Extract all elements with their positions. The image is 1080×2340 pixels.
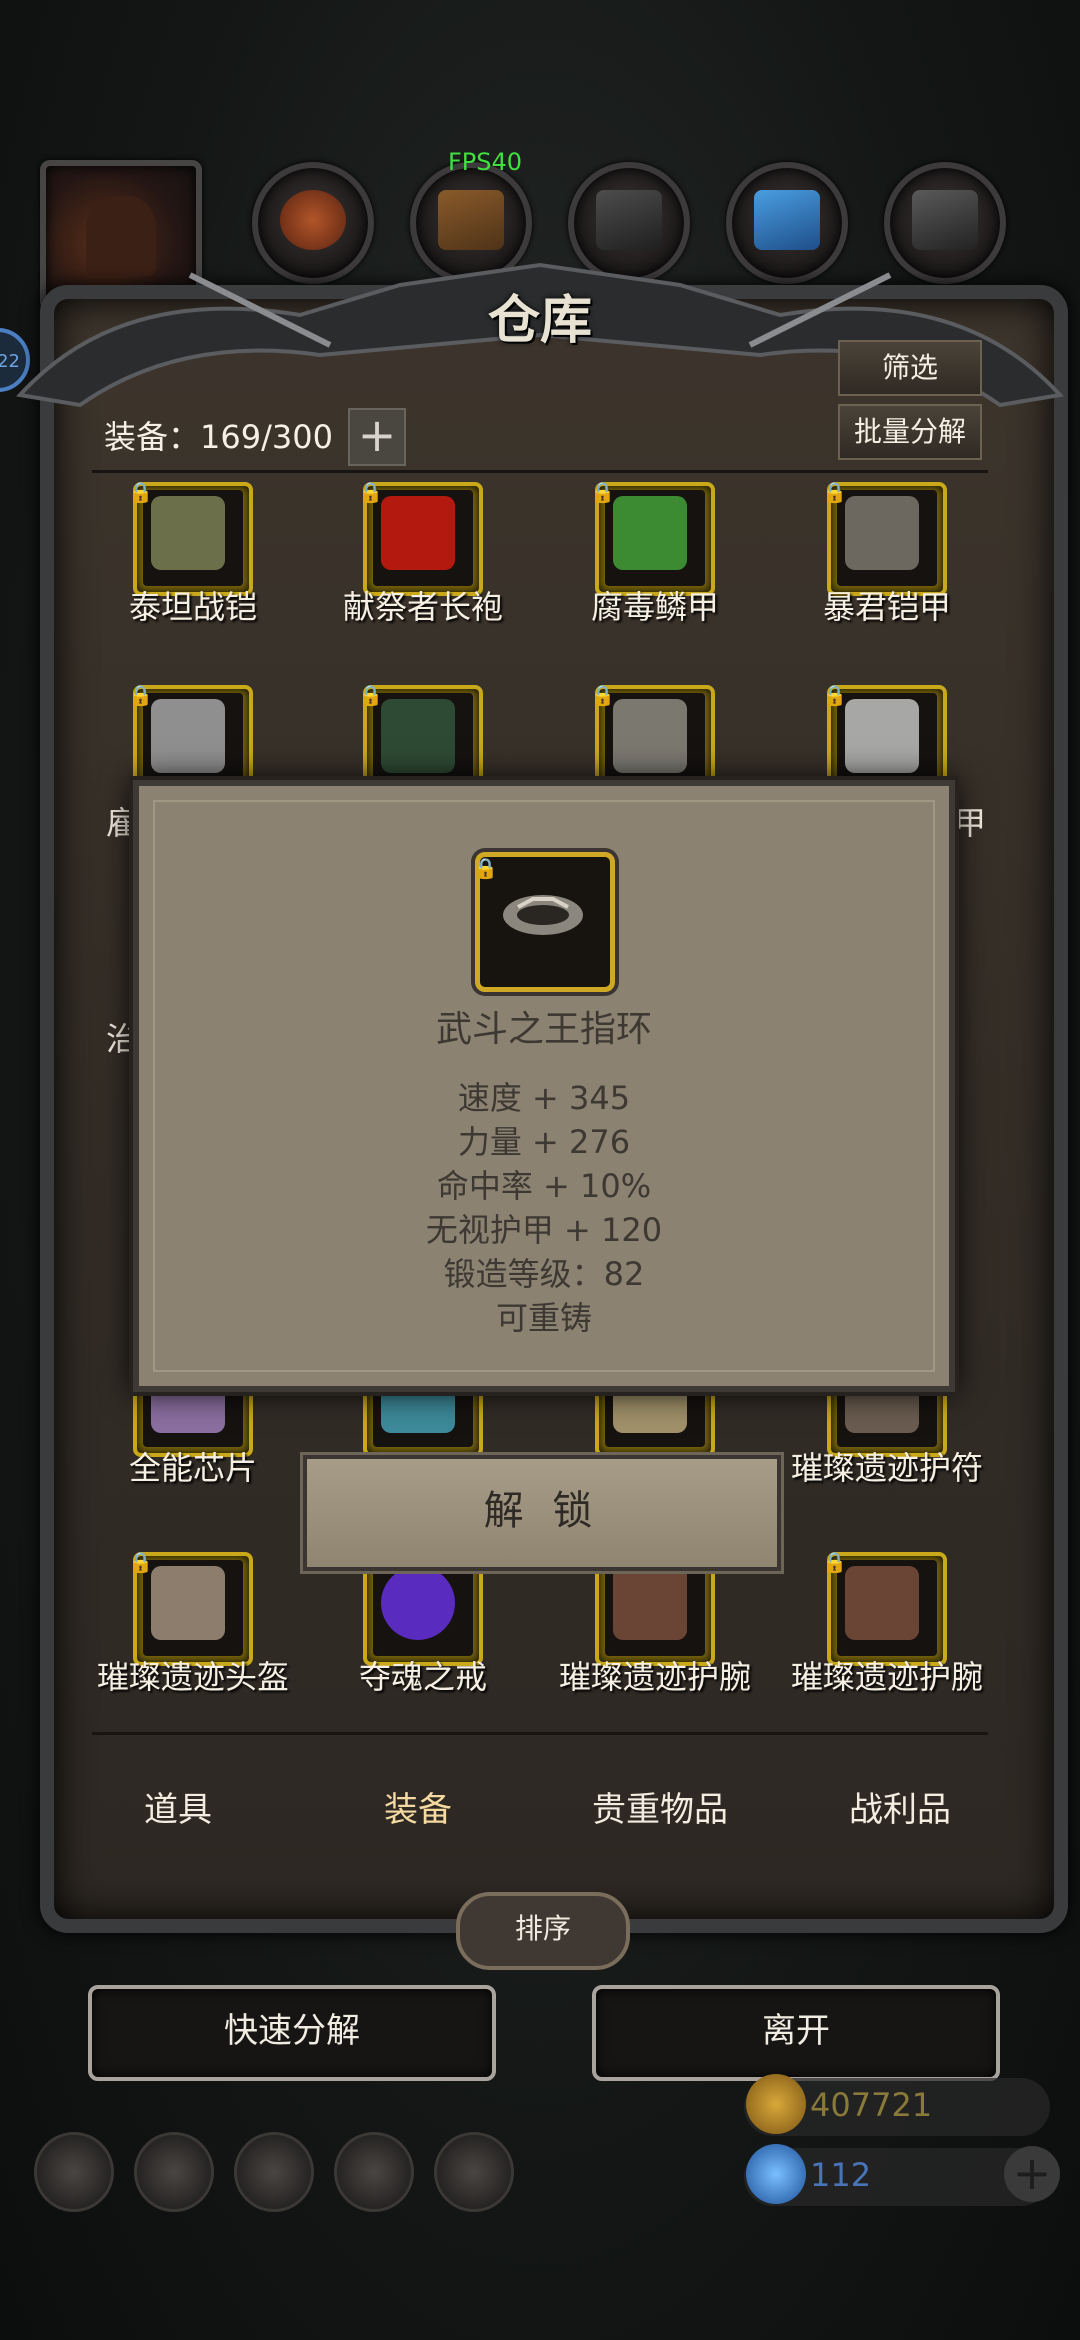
item-slot[interactable]: 🔒 璀璨遗迹护腕: [540, 1550, 770, 1722]
gold-resource: 407721: [744, 2074, 1050, 2136]
armor-icon: [381, 699, 455, 773]
lock-icon: 🔒: [128, 1550, 153, 1574]
scale-armor-icon: [613, 496, 687, 570]
unlock-button[interactable]: 解 锁: [303, 1455, 781, 1571]
emblem-icon[interactable]: [134, 2132, 214, 2212]
mail-icon[interactable]: [334, 2132, 414, 2212]
gem-amount: 112: [810, 2156, 872, 2194]
lock-icon: 🔒: [590, 683, 615, 707]
grid-top-divider: [92, 470, 988, 473]
armor-icon: [151, 496, 225, 570]
lock-icon: 🔒: [128, 683, 153, 707]
item-detail-name: 武斗之王指环: [435, 1009, 652, 1050]
lock-icon: 🔒: [822, 480, 847, 504]
leave-button[interactable]: 离开: [592, 1985, 1000, 2081]
expand-capacity-button[interactable]: +: [348, 408, 406, 466]
item-slot[interactable]: 🔒 璀璨遗迹护腕: [772, 1550, 1002, 1722]
lock-icon: 🔒: [822, 683, 847, 707]
plate-armor-icon: [845, 496, 919, 570]
sort-button[interactable]: 排序: [456, 1892, 630, 1970]
potion-icon: [280, 190, 346, 250]
batch-decompose-button[interactable]: 批量分解: [838, 404, 982, 460]
armor-icon: [845, 699, 919, 773]
crystal-icon: [754, 190, 820, 250]
chest-icon[interactable]: [434, 2132, 514, 2212]
partial-item-name: 甲: [954, 804, 987, 842]
bracer-icon: [613, 1566, 687, 1640]
item-name: 夺魂之戒: [358, 1658, 487, 1696]
tab-valuables[interactable]: 贵重物品: [560, 1782, 760, 1831]
item-slot[interactable]: 🔒 暴君铠甲: [772, 480, 1002, 652]
castle-icon[interactable]: [234, 2132, 314, 2212]
tab-loot[interactable]: 战利品: [800, 1782, 1000, 1831]
fps-counter: FPS40: [448, 148, 523, 176]
filter-button[interactable]: 筛选: [838, 340, 982, 396]
item-name: 腐毒鳞甲: [590, 588, 719, 626]
lock-icon: 🔒: [358, 683, 383, 707]
item-name: 璀璨遗迹护腕: [558, 1658, 751, 1696]
item-name: 泰坦战铠: [128, 588, 257, 626]
lock-icon: 🔒: [128, 480, 153, 504]
item-name: 璀璨遗迹护符: [790, 1449, 983, 1487]
add-gems-button[interactable]: +: [1004, 2146, 1060, 2202]
item-slot[interactable]: 🔒 腐毒鳞甲: [540, 480, 770, 652]
ring-icon: [381, 1566, 455, 1640]
stat-reforgeable: 可重铸: [495, 1299, 592, 1337]
item-detail-stats: 速度 + 345 力量 + 276 命中率 + 10% 无视护甲 + 120 锻…: [139, 1076, 949, 1340]
stat-armor-ignore: 无视护甲 + 120: [425, 1211, 663, 1249]
iron-ingot-icon: [596, 190, 662, 250]
item-name: 全能芯片: [128, 1449, 257, 1487]
lock-icon: 🔒: [473, 856, 498, 880]
item-name: 璀璨遗迹护腕: [790, 1658, 983, 1696]
robe-icon: [381, 496, 455, 570]
item-slot[interactable]: 🔒 献祭者长袍: [308, 480, 538, 652]
item-name: 暴君铠甲: [822, 588, 951, 626]
lock-icon: 🔒: [822, 1550, 847, 1574]
grid-bottom-divider: [92, 1732, 988, 1735]
lock-icon: 🔒: [358, 480, 383, 504]
equipment-capacity: 装备：169/300: [104, 418, 333, 456]
stat-hit-rate: 命中率 + 10%: [436, 1167, 652, 1205]
stat-strength: 力量 + 276: [457, 1123, 631, 1161]
armor-icon: [613, 699, 687, 773]
item-detail-popup: 🔒 武斗之王指环 速度 + 345 力量 + 276 命中率 + 10% 无视护…: [133, 780, 955, 1392]
panel-title: 仓库: [487, 290, 592, 351]
gold-amount: 407721: [810, 2086, 933, 2124]
stat-forge-level: 锻造等级：82: [443, 1255, 645, 1293]
quick-decompose-button[interactable]: 快速分解: [88, 1985, 496, 2081]
item-slot[interactable]: 🔒 泰坦战铠: [78, 480, 308, 652]
settings-gear-icon[interactable]: [34, 2132, 114, 2212]
armor-icon: [151, 699, 225, 773]
wood-planks-icon: [438, 190, 504, 250]
lock-icon: 🔒: [590, 480, 615, 504]
metal-bars-icon: [912, 190, 978, 250]
gold-scroll-icon: [746, 2074, 806, 2134]
helmet-icon: [151, 1566, 225, 1640]
tab-equipment[interactable]: 装备: [318, 1782, 518, 1831]
bracer-icon: [845, 1566, 919, 1640]
item-slot[interactable]: 🔒 夺魂之戒: [308, 1550, 538, 1722]
item-name: 献祭者长袍: [342, 588, 503, 626]
item-slot[interactable]: 🔒 璀璨遗迹头盔: [78, 1550, 308, 1722]
ring-icon: [503, 895, 583, 935]
item-name: 璀璨遗迹头盔: [96, 1658, 289, 1696]
stat-speed: 速度 + 345: [457, 1079, 631, 1117]
tab-items[interactable]: 道具: [78, 1782, 278, 1831]
gem-icon: [746, 2144, 806, 2204]
